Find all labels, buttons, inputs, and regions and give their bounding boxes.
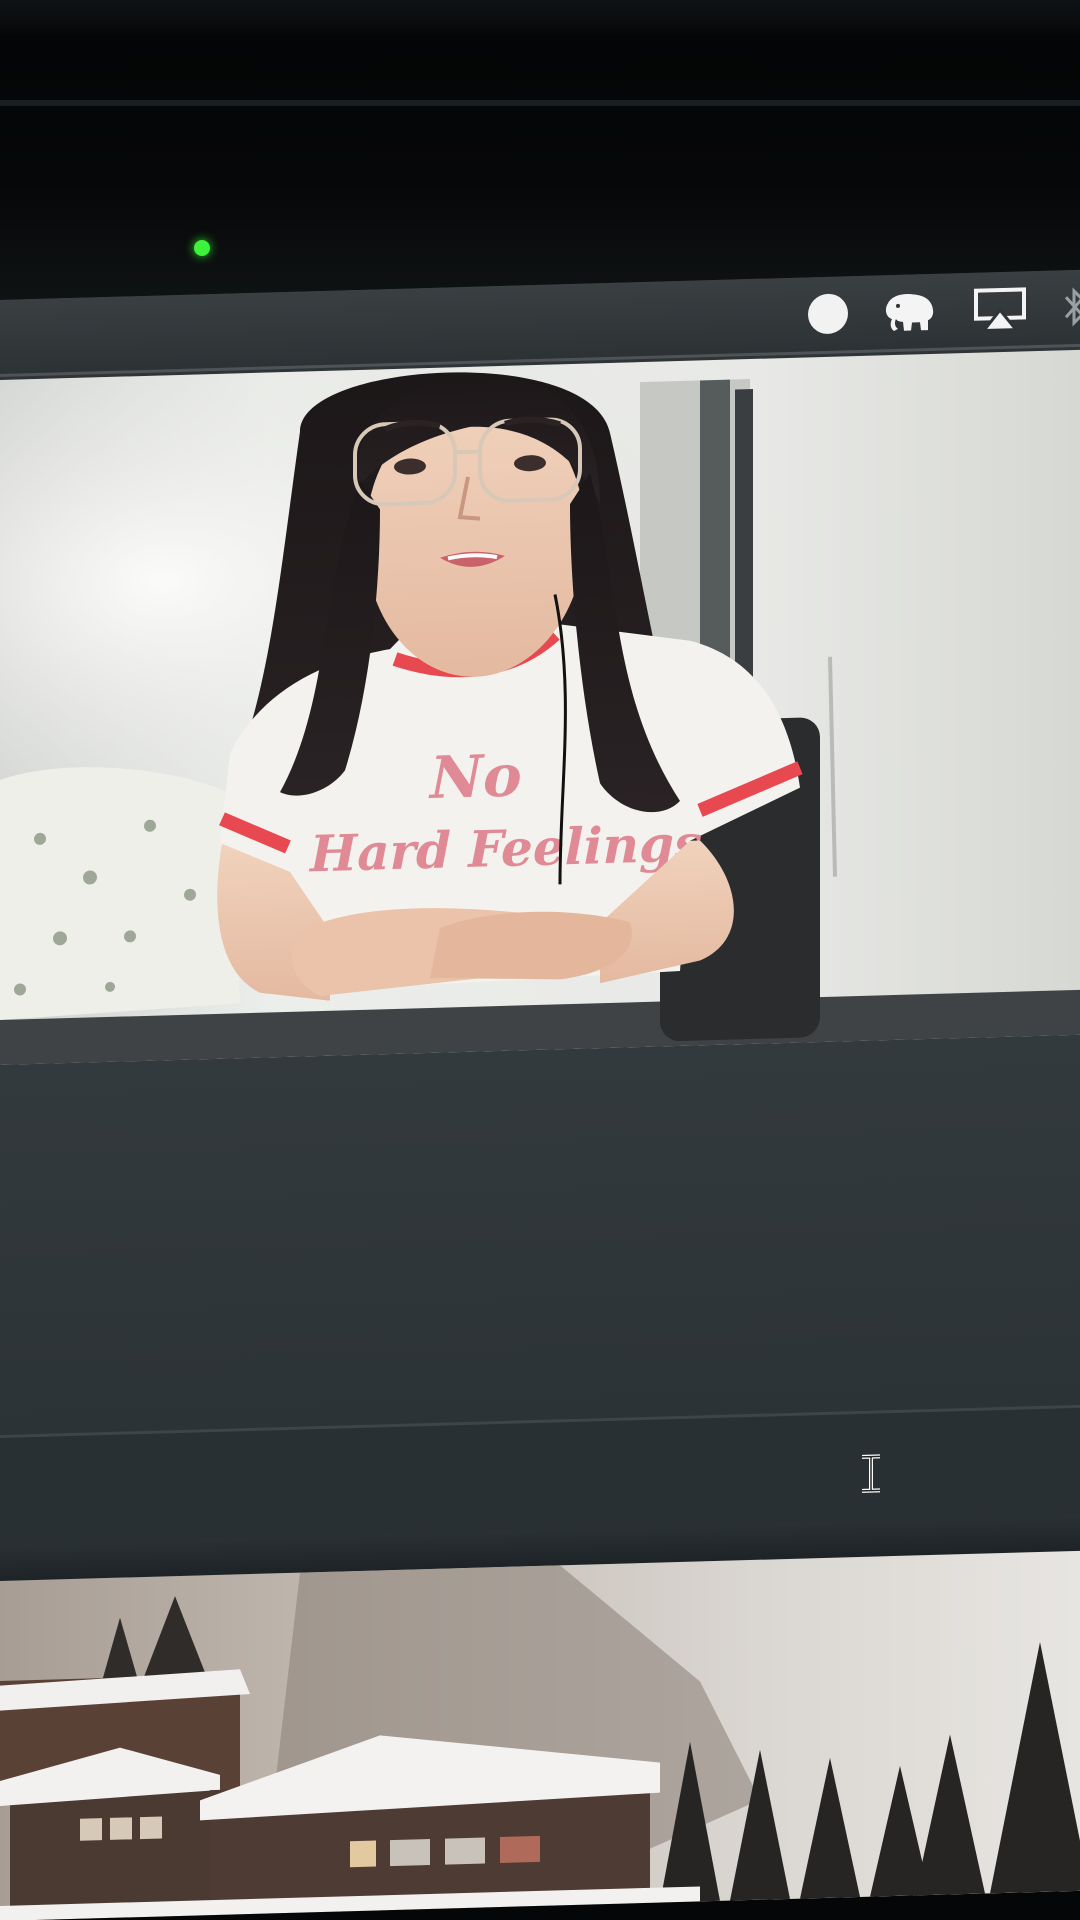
airplay-icon[interactable] [972,284,1028,334]
bezel-edge [0,100,1080,106]
camera-led-indicator [194,240,210,256]
photo-of-monitor: No Hard Feelings [0,0,1080,1920]
chat-panel-empty [0,1034,1080,1435]
shirt-print-line1: No [428,741,522,812]
desktop-wallpaper [0,1550,1080,1920]
shirt-print-line2: Hard Feelings [308,813,702,883]
monitor-bezel [0,0,1080,305]
webcam-video-feed: No Hard Feelings [0,349,1080,1065]
desktop-screen: No Hard Feelings [0,269,1080,1920]
webcam-image: No Hard Feelings [0,349,1080,1065]
menu-bar-status-icons [808,282,1080,340]
bluetooth-icon[interactable] [1062,283,1080,332]
text-cursor-icon [858,1453,884,1494]
wallpaper-image [0,1565,1080,1920]
elephant-icon[interactable] [882,287,938,337]
status-dot-icon[interactable] [808,293,848,335]
